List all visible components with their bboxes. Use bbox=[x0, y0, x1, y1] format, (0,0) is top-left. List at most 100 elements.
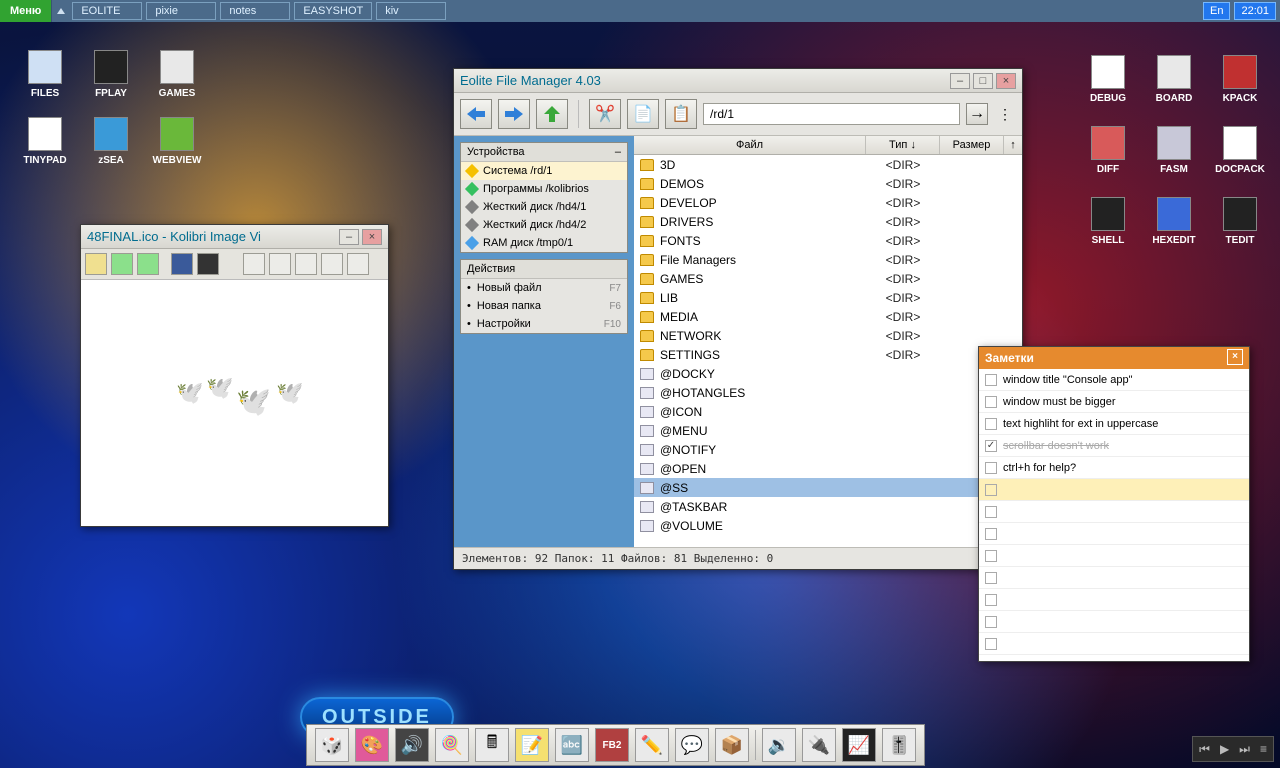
taskbar-item[interactable]: pixie bbox=[146, 2, 216, 20]
dock-app-edit-icon[interactable]: ✏️ bbox=[635, 728, 669, 762]
prev-icon[interactable] bbox=[111, 253, 133, 275]
device-item[interactable]: Программы /kolibrios bbox=[461, 180, 627, 198]
notes-titlebar[interactable]: Заметки × bbox=[979, 347, 1249, 369]
minimize-button[interactable]: – bbox=[339, 229, 359, 245]
file-row[interactable]: 3D<DIR> bbox=[634, 155, 1022, 174]
note-row[interactable] bbox=[979, 479, 1249, 501]
desktop-icon[interactable]: TEDIT bbox=[1210, 197, 1270, 246]
file-row[interactable]: DRIVERS<DIR> bbox=[634, 212, 1022, 231]
close-button[interactable]: × bbox=[1227, 349, 1243, 365]
close-button[interactable]: × bbox=[362, 229, 382, 245]
note-row[interactable]: window title "Console app" bbox=[979, 369, 1249, 391]
dock-monitor-icon[interactable]: 📈 bbox=[842, 728, 876, 762]
note-row[interactable]: ✓scrollbar doesn't work bbox=[979, 435, 1249, 457]
file-row[interactable]: DEVELOP<DIR> bbox=[634, 193, 1022, 212]
desktop-icon[interactable]: WEBVIEW bbox=[147, 117, 207, 166]
taskbar-separator-icon[interactable] bbox=[52, 0, 70, 22]
desktop-icon[interactable]: BOARD bbox=[1144, 55, 1204, 104]
file-row[interactable]: @NOTIFY1 K bbox=[634, 440, 1022, 459]
action-item[interactable]: •НастройкиF10 bbox=[461, 315, 627, 333]
action-item[interactable]: •Новый файлF7 bbox=[461, 279, 627, 297]
file-row[interactable]: @VOLUME2 K bbox=[634, 516, 1022, 535]
note-checkbox[interactable] bbox=[985, 506, 997, 518]
file-row[interactable]: GAMES<DIR> bbox=[634, 269, 1022, 288]
note-row[interactable]: window must be bigger bbox=[979, 391, 1249, 413]
flip-v-icon[interactable] bbox=[269, 253, 291, 275]
device-item[interactable]: Жесткий диск /hd4/2 bbox=[461, 216, 627, 234]
device-item[interactable]: Жесткий диск /hd4/1 bbox=[461, 198, 627, 216]
dock-app-notes-icon[interactable]: 📝 bbox=[515, 728, 549, 762]
note-checkbox[interactable] bbox=[985, 638, 997, 650]
file-row[interactable]: SETTINGS<DIR> bbox=[634, 345, 1022, 364]
copy-button[interactable]: 📄 bbox=[627, 99, 659, 129]
go-button[interactable]: → bbox=[966, 103, 988, 125]
file-row[interactable]: @OPEN bbox=[634, 459, 1022, 478]
path-input[interactable] bbox=[710, 104, 953, 124]
note-row[interactable]: ctrl+h for help? bbox=[979, 457, 1249, 479]
action-item[interactable]: •Новая папкаF6 bbox=[461, 297, 627, 315]
note-row[interactable] bbox=[979, 567, 1249, 589]
cut-button[interactable]: ✂️ bbox=[589, 99, 621, 129]
file-row[interactable]: NETWORK<DIR> bbox=[634, 326, 1022, 345]
file-row[interactable]: LIB<DIR> bbox=[634, 288, 1022, 307]
back-button[interactable] bbox=[460, 99, 492, 129]
minimize-button[interactable]: – bbox=[950, 73, 970, 89]
note-checkbox[interactable] bbox=[985, 572, 997, 584]
dock-app-char-icon[interactable]: 🔤 bbox=[555, 728, 589, 762]
col-type[interactable]: Тип ↓ bbox=[866, 136, 940, 154]
fit-icon[interactable] bbox=[171, 253, 193, 275]
up-button[interactable] bbox=[536, 99, 568, 129]
taskbar-item[interactable]: EOLITE bbox=[72, 2, 142, 20]
file-row[interactable]: @ICON5 K bbox=[634, 402, 1022, 421]
note-row[interactable] bbox=[979, 589, 1249, 611]
rotate-l-icon[interactable] bbox=[295, 253, 317, 275]
note-checkbox[interactable]: ✓ bbox=[985, 440, 997, 452]
open-icon[interactable] bbox=[85, 253, 107, 275]
note-checkbox[interactable] bbox=[985, 616, 997, 628]
image-viewer-titlebar[interactable]: 48FINAL.ico - Kolibri Image Vi – × bbox=[81, 225, 388, 249]
dock-app-irc-icon[interactable]: 💬 bbox=[675, 728, 709, 762]
desktop-icon[interactable]: KPACK bbox=[1210, 55, 1270, 104]
file-row[interactable]: MEDIA<DIR> bbox=[634, 307, 1022, 326]
dock-app-calc-icon[interactable]: 🖩 bbox=[475, 728, 509, 762]
taskbar-item[interactable]: notes bbox=[220, 2, 290, 20]
file-row[interactable]: @DOCKY2 K bbox=[634, 364, 1022, 383]
note-row[interactable] bbox=[979, 611, 1249, 633]
note-checkbox[interactable] bbox=[985, 374, 997, 386]
note-checkbox[interactable] bbox=[985, 594, 997, 606]
actual-icon[interactable] bbox=[197, 253, 219, 275]
lang-indicator[interactable]: En bbox=[1203, 2, 1230, 20]
desktop-icon[interactable]: FILES bbox=[15, 50, 75, 99]
maximize-button[interactable]: □ bbox=[973, 73, 993, 89]
desktop-icon[interactable]: GAMES bbox=[147, 50, 207, 99]
note-checkbox[interactable] bbox=[985, 462, 997, 474]
col-size[interactable]: Размер bbox=[940, 136, 1004, 154]
dock-volume-icon[interactable]: 🔉 bbox=[762, 728, 796, 762]
note-row[interactable] bbox=[979, 501, 1249, 523]
desktop-icon[interactable]: DEBUG bbox=[1078, 55, 1138, 104]
dock-app-speaker-icon[interactable]: 🔊 bbox=[395, 728, 429, 762]
note-checkbox[interactable] bbox=[985, 528, 997, 540]
file-row[interactable]: DEMOS<DIR> bbox=[634, 174, 1022, 193]
note-row[interactable] bbox=[979, 545, 1249, 567]
collapse-icon[interactable]: – bbox=[615, 146, 621, 158]
file-row[interactable]: @SS1 K bbox=[634, 478, 1022, 497]
desktop-icon[interactable]: FPLAY bbox=[81, 50, 141, 99]
flip-h-icon[interactable] bbox=[243, 253, 265, 275]
col-file[interactable]: Файл bbox=[634, 136, 866, 154]
dock-app-palette-icon[interactable]: 🎨 bbox=[355, 728, 389, 762]
note-row[interactable] bbox=[979, 523, 1249, 545]
next-icon[interactable] bbox=[137, 253, 159, 275]
media-list-icon[interactable]: ≡ bbox=[1260, 742, 1267, 756]
desktop-icon[interactable]: TINYPAD bbox=[15, 117, 75, 166]
file-row[interactable]: File Managers<DIR> bbox=[634, 250, 1022, 269]
taskbar-item[interactable]: kiv bbox=[376, 2, 446, 20]
device-item[interactable]: Система /rd/1 bbox=[461, 162, 627, 180]
forward-button[interactable] bbox=[498, 99, 530, 129]
rotate-r-icon[interactable] bbox=[321, 253, 343, 275]
dock-network-icon[interactable]: 🔌 bbox=[802, 728, 836, 762]
desktop-icon[interactable]: SHELL bbox=[1078, 197, 1138, 246]
dock-app-cube-icon[interactable]: 🎲 bbox=[315, 728, 349, 762]
desktop-icon[interactable]: HEXEDIT bbox=[1144, 197, 1204, 246]
note-checkbox[interactable] bbox=[985, 550, 997, 562]
